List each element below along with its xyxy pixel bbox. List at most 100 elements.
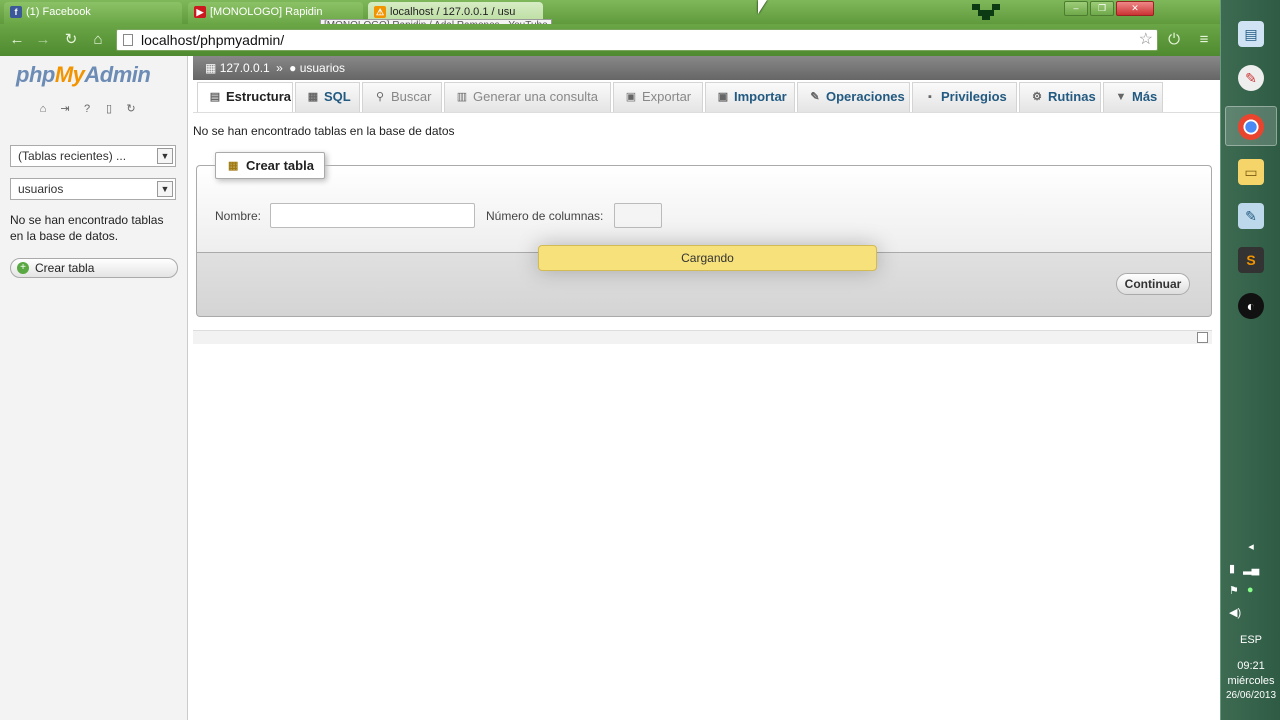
console-toggle-icon[interactable] (1197, 332, 1208, 343)
nav-quick-icons: ⌂ ⇥ ? ▯ ↻ (36, 102, 138, 116)
tab-privilegios[interactable]: ▪ Privilegios (912, 82, 1017, 112)
num-columns-label: Número de columnas: (486, 209, 604, 223)
browser-tab-facebook[interactable]: f (1) Facebook (4, 2, 182, 24)
window-controls: – ❐ ✕ (1064, 1, 1154, 16)
mouse-cursor (758, 0, 768, 16)
query-icon: ▥ (456, 91, 468, 103)
tab-mas[interactable]: ▼ Más (1103, 82, 1163, 112)
home-icon[interactable]: ⌂ (36, 102, 50, 116)
breadcrumb-separator: » (276, 61, 283, 75)
youtube-icon: ▶ (194, 6, 206, 18)
phpmyadmin-icon: ⚠ (374, 6, 386, 18)
logout-icon[interactable]: ⇥ (58, 102, 72, 116)
address-bar[interactable]: localhost/phpmyadmin/ ☆ (116, 29, 1158, 51)
nav-empty-message: No se han encontrado tablas en la base d… (10, 213, 164, 243)
taskbar-explorer[interactable]: ▭ (1225, 152, 1277, 192)
server-icon: ▦ (205, 61, 217, 75)
tab-importar[interactable]: ▣ Importar (705, 82, 795, 112)
flag-icon[interactable]: ⚑ (1229, 584, 1239, 597)
docs-icon[interactable]: ▯ (102, 102, 116, 116)
obs-icon: ◐ (1238, 292, 1264, 319)
taskbar-remote-desktop[interactable]: ▤ (1225, 14, 1277, 54)
battery-icon[interactable]: ▮ (1229, 562, 1235, 575)
tab-rutinas[interactable]: ⚙ Rutinas (1019, 82, 1101, 112)
tab-generar-consulta[interactable]: ▥ Generar una consulta (444, 82, 611, 112)
browser-tab-title: (1) Facebook (26, 6, 91, 18)
back-icon[interactable]: ← (8, 31, 26, 49)
clock-day: miércoles (1227, 675, 1275, 687)
minimize-button[interactable]: – (1064, 1, 1088, 16)
close-window-button[interactable]: ✕ (1116, 1, 1154, 16)
loading-notification: Cargando (538, 245, 877, 271)
browser-tabstrip: f (1) Facebook ▶ [MONOLOGO] Rapidin ⚠ lo… (0, 0, 1220, 24)
menu-icon[interactable]: ≡ (1195, 31, 1213, 49)
forward-icon[interactable]: → (34, 31, 52, 49)
no-tables-message: No se han encontrado tablas en la base d… (193, 124, 455, 138)
help-icon[interactable]: ? (80, 102, 94, 116)
table-name-input[interactable] (270, 203, 475, 228)
table-name-label: Nombre: (215, 209, 262, 223)
import-icon: ▣ (717, 91, 729, 103)
url-text: localhost/phpmyadmin/ (141, 32, 285, 48)
more-icon: ▼ (1115, 91, 1127, 103)
chevron-down-icon: ▼ (157, 181, 173, 197)
chrome-icon (1238, 113, 1264, 140)
privileges-icon: ▪ (928, 91, 932, 103)
notepad-icon: ✎ (1238, 202, 1264, 229)
browser-toolbar: ← → ↻ ⌂ localhost/phpmyadmin/ ☆ ⏻ ≡ (0, 24, 1220, 56)
clock-time[interactable]: 09:21 (1221, 660, 1280, 672)
taskbar-chrome[interactable] (1225, 106, 1277, 146)
browser-tab-title: [MONOLOGO] Rapidin (210, 6, 323, 18)
clock-date: 26/06/2013 (1225, 690, 1277, 701)
recent-tables-select[interactable]: (Tablas recientes) ... ▼ (10, 145, 176, 167)
tab-operaciones[interactable]: ✎ Operaciones (797, 82, 910, 112)
facebook-icon: f (10, 6, 22, 18)
maximize-button[interactable]: ❐ (1090, 1, 1114, 16)
database-select[interactable]: usuarios ▼ (10, 178, 176, 200)
sql-icon: ▦ (307, 91, 319, 103)
breadcrumb: ▦ 127.0.0.1 » ● usuarios (193, 56, 1220, 80)
breadcrumb-server[interactable]: 127.0.0.1 (220, 61, 270, 75)
network-activity-icon (972, 4, 1000, 20)
tab-sql[interactable]: ▦ SQL (295, 82, 360, 112)
search-icon: ⚲ (375, 91, 385, 103)
security-icon[interactable]: ● (1247, 584, 1254, 597)
signal-icon[interactable]: ▂▄ (1243, 562, 1259, 575)
tab-buscar[interactable]: ⚲ Buscar (362, 82, 442, 112)
routines-icon: ⚙ (1032, 91, 1042, 103)
phpmyadmin-logo[interactable]: phpMyAdmin (16, 62, 151, 88)
create-table-legend: ▦ Crear tabla (215, 152, 325, 179)
show-hidden-icons[interactable]: ◂ (1221, 540, 1280, 553)
nav-create-table-button[interactable]: + Crear tabla (10, 258, 178, 278)
reload-icon[interactable]: ↻ (62, 31, 80, 49)
add-icon: + (17, 262, 29, 274)
database-icon: ● (289, 61, 297, 75)
home-icon[interactable]: ⌂ (89, 31, 107, 49)
tray-icons-row-3: ◀) (1229, 606, 1241, 619)
taskbar-sublime[interactable]: S (1225, 240, 1277, 280)
taskbar-obs[interactable]: ◐ (1225, 286, 1277, 326)
wrench-icon: ✎ (810, 91, 820, 103)
taskbar-notepad[interactable]: ✎ (1225, 196, 1277, 236)
tab-estructura[interactable]: ▤ Estructura (197, 82, 293, 112)
sublime-icon: S (1238, 246, 1264, 273)
language-indicator[interactable]: ESP (1221, 634, 1280, 646)
chevron-down-icon: ▼ (157, 148, 173, 164)
volume-icon[interactable]: ◀) (1229, 606, 1241, 619)
tray-icons-row-1: ▮ ▂▄ (1229, 562, 1259, 575)
pma-navigation-panel: phpMyAdmin ⌂ ⇥ ? ▯ ↻ (Tablas recientes) … (0, 56, 188, 720)
continue-button[interactable]: Continuar (1116, 273, 1190, 295)
structure-icon: ▤ (209, 91, 221, 103)
breadcrumb-database[interactable]: usuarios (300, 61, 345, 75)
reload-icon[interactable]: ↻ (124, 102, 138, 116)
pma-tab-bar: ▤ Estructura ▦ SQL ⚲ Buscar ▥ Generar una co… (193, 80, 1220, 113)
taskbar-paint[interactable]: ✎ (1225, 58, 1277, 98)
remote-desktop-icon: ▤ (1238, 20, 1264, 47)
tab-exportar[interactable]: ▣ Exportar (613, 82, 703, 112)
windows-taskbar: ▤ ✎ ▭ ✎ S ◐ ◂ ▮ ▂▄ ⚑ ● ◀) ESP 09:21 miér… (1220, 0, 1280, 720)
new-table-icon: ▦ (228, 160, 239, 172)
export-icon: ▣ (625, 91, 637, 103)
bookmark-star-icon[interactable]: ☆ (1139, 30, 1153, 50)
extension-icon[interactable]: ⏻ (1165, 31, 1183, 49)
num-columns-input[interactable] (614, 203, 662, 228)
